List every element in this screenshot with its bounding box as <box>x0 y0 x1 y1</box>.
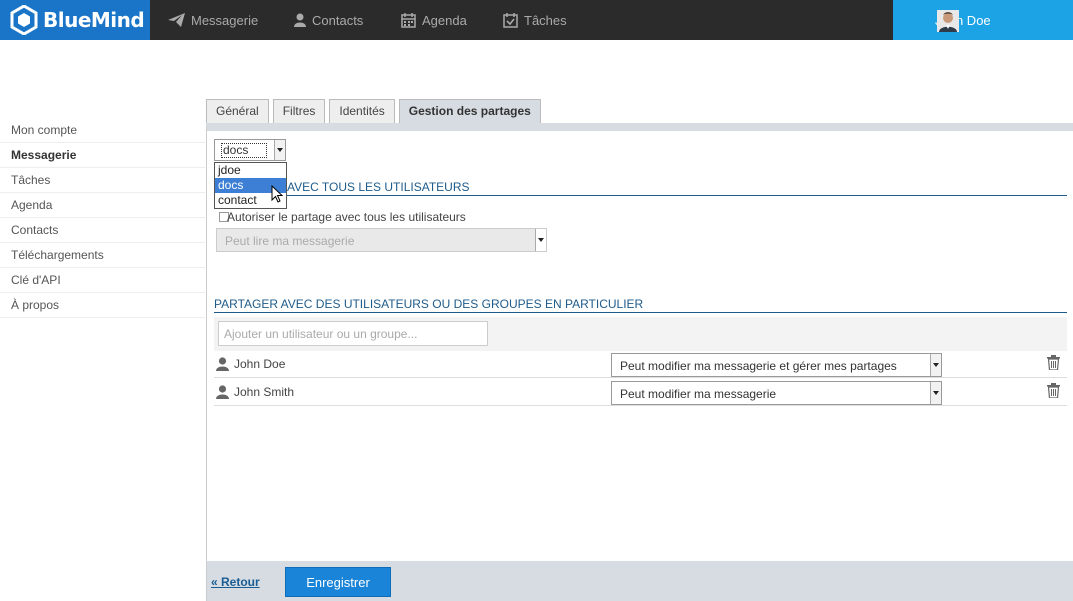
share-entry-row: John Doe Peut modifier ma messagerie et … <box>214 351 1067 378</box>
sidebar-item-mon-compte[interactable]: Mon compte <box>0 118 205 143</box>
tab-bar: Général Filtres Identités Gestion des pa… <box>206 99 545 123</box>
task-check-icon <box>503 12 518 28</box>
share-entry-permission-select[interactable]: Peut modifier ma messagerie et gérer mes… <box>611 353 942 377</box>
add-share-bar: Ajouter un utilisateur ou un groupe... <box>214 317 1067 351</box>
share-entry-name: John Smith <box>234 385 295 399</box>
chevron-down-icon <box>930 354 941 376</box>
user-icon <box>216 357 229 371</box>
sidebar-item-taches[interactable]: Tâches <box>0 168 205 193</box>
share-entry-permission-select[interactable]: Peut modifier ma messagerie <box>611 381 942 405</box>
top-bar: BlueMind Messagerie Contacts Agenda Tâch… <box>0 0 1073 40</box>
add-user-group-input[interactable]: Ajouter un utilisateur ou un groupe... <box>218 321 488 346</box>
sidebar-item-a-propos[interactable]: À propos <box>0 293 205 318</box>
nav-contacts[interactable]: Contacts <box>294 0 363 40</box>
share-entry-permission-value: Peut modifier ma messagerie et gérer mes… <box>620 359 897 373</box>
tab-identites[interactable]: Identités <box>329 99 395 123</box>
nav-label: Tâches <box>524 12 567 28</box>
sidebar-item-contacts[interactable]: Contacts <box>0 218 205 243</box>
nav-messagerie[interactable]: Messagerie <box>168 0 258 40</box>
sharing-content: docs jdoe docs contact AVEC TOUS LES UTI… <box>206 123 1073 561</box>
avatar <box>937 10 959 32</box>
sidebar-item-telechargements[interactable]: Téléchargements <box>0 243 205 268</box>
nav-label: Contacts <box>312 12 364 28</box>
sidebar-item-messagerie[interactable]: Messagerie <box>0 143 205 168</box>
brand-logo[interactable]: BlueMind <box>0 0 150 40</box>
mailbox-select-value: docs <box>221 143 268 158</box>
share-all-checkbox-label-prefix: Autoriser l <box>227 210 282 224</box>
brand-name: BlueMind <box>43 8 145 32</box>
chevron-down-icon <box>930 382 941 404</box>
add-user-group-placeholder: Ajouter un utilisateur ou un groupe... <box>224 327 418 341</box>
section-title-share-specific: PARTAGER AVEC DES UTILISATEURS OU DES GR… <box>214 297 1067 313</box>
tab-general[interactable]: Général <box>206 99 269 123</box>
share-all-checkbox-row: Autoriser le partage avec tous les utili… <box>219 210 466 224</box>
mouse-cursor-icon <box>271 185 284 203</box>
share-entry-row: John Smith Peut modifier ma messagerie <box>214 379 1067 406</box>
sidebar-item-cle-api[interactable]: Clé d'API <box>0 268 205 293</box>
mailbox-option-jdoe[interactable]: jdoe <box>215 163 286 178</box>
back-link[interactable]: « Retour <box>211 575 260 589</box>
nav-agenda[interactable]: Agenda <box>401 0 467 40</box>
trash-icon[interactable] <box>1047 383 1060 398</box>
user-icon <box>216 385 229 399</box>
person-icon <box>294 13 306 27</box>
calendar-icon <box>401 12 416 28</box>
share-all-checkbox-label: e partage avec tous les utilisateurs <box>281 210 466 224</box>
chevron-down-icon <box>535 229 546 251</box>
chevron-down-icon <box>274 140 285 160</box>
trash-icon[interactable] <box>1047 355 1060 370</box>
share-entry-name: John Doe <box>234 357 286 371</box>
section-title-share-all: AVEC TOUS LES UTILISATEURS <box>214 180 1067 196</box>
tab-filtres[interactable]: Filtres <box>272 99 326 123</box>
user-menu[interactable]: John Doe <box>893 0 1073 40</box>
save-button[interactable]: Enregistrer <box>285 567 391 597</box>
form-footer: « Retour Enregistrer <box>206 561 1073 601</box>
share-entry-permission-value: Peut modifier ma messagerie <box>620 387 777 401</box>
share-all-permission-value: Peut lire ma messagerie <box>225 234 355 248</box>
paper-plane-icon <box>168 13 185 27</box>
settings-sidebar: Mon compte Messagerie Tâches Agenda Cont… <box>0 118 205 318</box>
settings-panel: Général Filtres Identités Gestion des pa… <box>206 99 1073 601</box>
bluemind-logo-icon <box>10 5 38 35</box>
tab-gestion-des-partages[interactable]: Gestion des partages <box>398 99 541 123</box>
nav-label: Agenda <box>422 12 467 28</box>
nav-taches[interactable]: Tâches <box>503 0 567 40</box>
nav-label: Messagerie <box>191 12 259 28</box>
sidebar-item-agenda[interactable]: Agenda <box>0 193 205 218</box>
share-all-permission-select[interactable]: Peut lire ma messagerie <box>216 228 547 252</box>
mailbox-select[interactable]: docs <box>214 139 286 161</box>
